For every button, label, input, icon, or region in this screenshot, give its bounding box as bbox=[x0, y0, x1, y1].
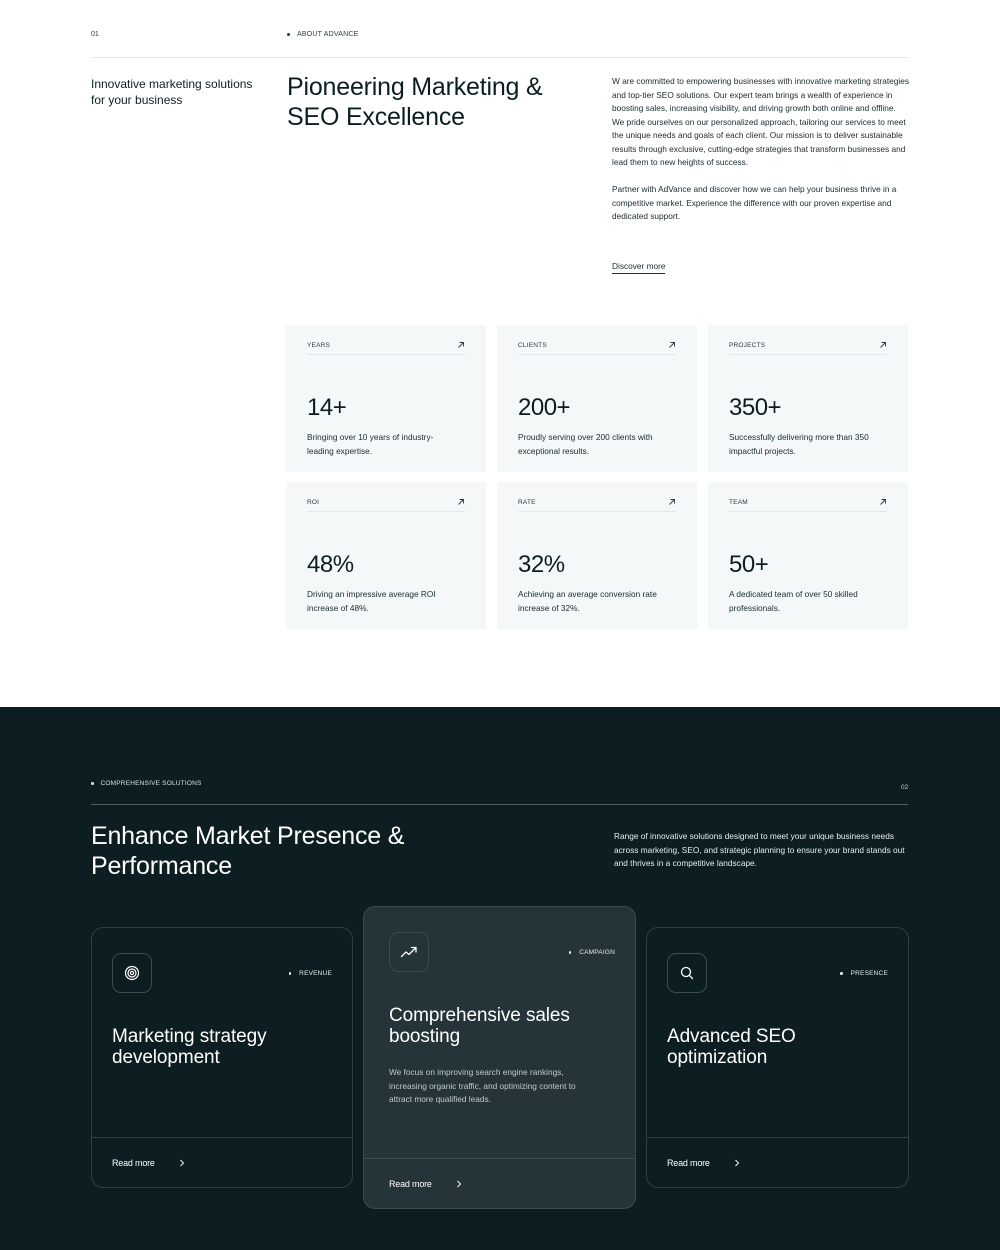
target-icon bbox=[124, 965, 140, 981]
stat-description: A dedicated team of over 50 skilled prof… bbox=[729, 589, 858, 613]
card-tag-label: REVENUE bbox=[299, 970, 332, 977]
stat-header: ROI bbox=[307, 498, 465, 512]
card-title: Comprehensive sales boosting bbox=[389, 1005, 570, 1047]
arrow-up-right-icon bbox=[880, 499, 886, 505]
about-paragraph: W are committed to empowering businesses… bbox=[612, 76, 909, 167]
search-icon bbox=[680, 966, 694, 980]
section-intro: Range of innovative solutions designed t… bbox=[614, 831, 905, 868]
stat-description: Achieving an average conversion rate inc… bbox=[518, 589, 657, 613]
card-icon-box bbox=[112, 953, 152, 993]
solutions-section: COMPREHENSIVE SOLUTIONS 02 Enhance Marke… bbox=[0, 707, 1000, 1250]
card-divider bbox=[364, 1158, 635, 1159]
stat-card-rate[interactable]: RATE 32% Achieving an average conversion… bbox=[497, 482, 697, 629]
read-more-label: Read more bbox=[389, 1179, 432, 1189]
read-more-label: Read more bbox=[112, 1158, 155, 1168]
stat-card-projects[interactable]: PROJECTS 350+ Successfully delivering mo… bbox=[708, 325, 908, 472]
stat-card-team[interactable]: TEAM 50+ A dedicated team of over 50 ski… bbox=[708, 482, 908, 629]
stat-description: Successfully delivering more than 350 im… bbox=[729, 432, 869, 456]
stat-label: YEARS bbox=[307, 342, 331, 349]
read-more-button[interactable]: Read more bbox=[667, 1158, 740, 1168]
divider bbox=[91, 804, 908, 805]
stat-card-clients[interactable]: CLIENTS 200+ Proudly serving over 200 cl… bbox=[497, 325, 697, 472]
bullet-icon bbox=[840, 972, 843, 975]
card-title: Advanced SEO optimization bbox=[667, 1026, 796, 1068]
arrow-up-right-icon bbox=[458, 499, 464, 505]
section-eyebrow: ABOUT ADVANCE bbox=[287, 31, 358, 38]
stats-grid: YEARS 14+ Bringing over 10 years of indu… bbox=[286, 325, 908, 629]
trending-up-icon bbox=[400, 946, 417, 958]
tagline: Innovative marketing solutions for your … bbox=[91, 77, 253, 107]
stat-header: PROJECTS bbox=[729, 341, 887, 355]
eyebrow-label: COMPREHENSIVE SOLUTIONS bbox=[100, 780, 202, 787]
stat-header: RATE bbox=[518, 498, 676, 512]
stat-header: TEAM bbox=[729, 498, 887, 512]
chevron-right-icon bbox=[179, 1159, 184, 1167]
stat-label: ROI bbox=[307, 499, 320, 506]
page-title: Pioneering Marketing & SEO Excellence bbox=[287, 73, 543, 131]
stat-value: 48% bbox=[307, 551, 354, 578]
arrow-up-right-icon bbox=[880, 342, 886, 348]
stat-card-roi[interactable]: ROI 48% Driving an impressive average RO… bbox=[286, 482, 486, 629]
section-title: Enhance Market Presence & Performance bbox=[91, 822, 405, 880]
about-section: 01 ABOUT ADVANCE Innovative marketing so… bbox=[0, 0, 1000, 707]
arrow-up-right-icon bbox=[669, 499, 675, 505]
read-more-label: Read more bbox=[667, 1158, 710, 1168]
bullet-icon bbox=[287, 33, 290, 36]
card-icon-box bbox=[389, 932, 429, 972]
stat-value: 14+ bbox=[307, 394, 347, 421]
discover-more-link[interactable]: Discover more bbox=[612, 261, 666, 274]
card-divider bbox=[647, 1137, 908, 1138]
stat-value: 200+ bbox=[518, 394, 571, 421]
stat-label: PROJECTS bbox=[729, 342, 766, 349]
bullet-icon bbox=[91, 782, 94, 785]
stat-description: Proudly serving over 200 clients with ex… bbox=[518, 432, 653, 456]
stat-value: 50+ bbox=[729, 551, 769, 578]
about-paragraph: Partner with AdVance and discover how we… bbox=[612, 184, 897, 221]
section-number: 02 bbox=[901, 784, 909, 791]
stat-value: 350+ bbox=[729, 394, 782, 421]
read-more-button[interactable]: Read more bbox=[112, 1158, 185, 1168]
stat-header: YEARS bbox=[307, 341, 465, 355]
card-tag: CAMPAIGN bbox=[568, 949, 615, 956]
arrow-up-right-icon bbox=[458, 342, 464, 348]
card-description: We focus on improving search engine rank… bbox=[389, 1067, 576, 1104]
section-eyebrow: COMPREHENSIVE SOLUTIONS bbox=[91, 780, 202, 787]
service-card-sales-boosting[interactable]: CAMPAIGN Comprehensive sales boosting We… bbox=[363, 906, 636, 1209]
stat-description: Bringing over 10 years of industry-leadi… bbox=[307, 432, 434, 456]
stat-card-years[interactable]: YEARS 14+ Bringing over 10 years of indu… bbox=[286, 325, 486, 472]
chevron-right-icon bbox=[734, 1159, 739, 1167]
chevron-right-icon bbox=[456, 1180, 461, 1188]
stat-label: RATE bbox=[518, 499, 536, 506]
bullet-icon bbox=[288, 972, 292, 975]
card-tag-label: CAMPAIGN bbox=[579, 949, 615, 956]
about-description: W are committed to empowering businesses… bbox=[612, 75, 910, 224]
read-more-button[interactable]: Read more bbox=[389, 1179, 462, 1189]
card-tag: REVENUE bbox=[288, 970, 332, 977]
section-number: 01 bbox=[91, 31, 99, 38]
divider bbox=[91, 57, 908, 58]
stat-label: CLIENTS bbox=[518, 342, 547, 349]
service-card-seo-optimization[interactable]: PRESENCE Advanced SEO optimization Read … bbox=[646, 927, 909, 1188]
card-tag-label: PRESENCE bbox=[850, 970, 888, 977]
card-icon-box bbox=[667, 953, 707, 993]
service-card-marketing-strategy[interactable]: REVENUE Marketing strategy development R… bbox=[91, 927, 353, 1188]
arrow-up-right-icon bbox=[669, 342, 675, 348]
stat-description: Driving an impressive average ROI increa… bbox=[307, 589, 436, 613]
stat-label: TEAM bbox=[729, 499, 748, 506]
bullet-icon bbox=[568, 951, 572, 954]
card-tag: PRESENCE bbox=[840, 970, 888, 977]
card-divider bbox=[92, 1137, 352, 1138]
eyebrow-label: ABOUT ADVANCE bbox=[297, 31, 359, 38]
card-title: Marketing strategy development bbox=[112, 1026, 267, 1068]
stat-value: 32% bbox=[518, 551, 565, 578]
stat-header: CLIENTS bbox=[518, 341, 676, 355]
